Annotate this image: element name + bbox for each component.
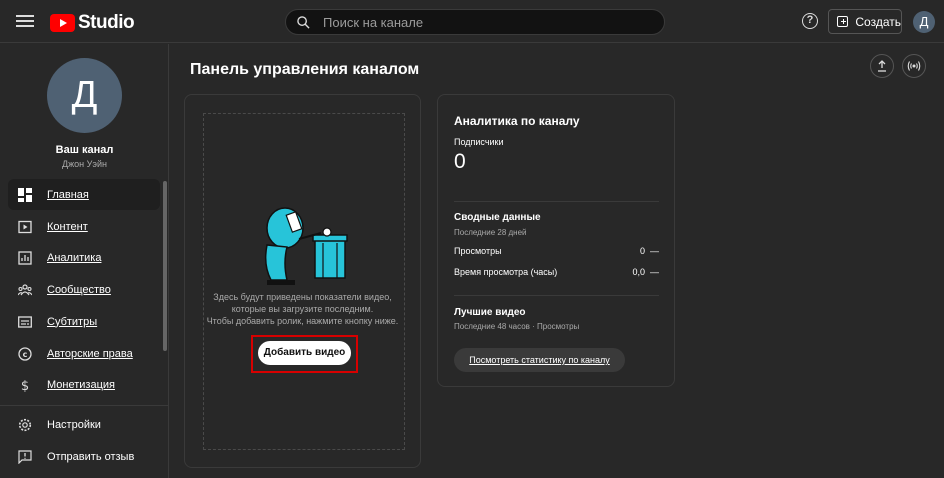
top-videos-title: Лучшие видео	[454, 307, 526, 318]
metric-value: 0,0	[632, 267, 645, 277]
sidebar-divider	[0, 405, 169, 406]
sidebar-scrollbar[interactable]	[163, 181, 167, 351]
youtube-play-icon	[50, 14, 75, 32]
sidebar-item-label: Главная	[47, 188, 89, 201]
sidebar: Д Ваш канал Джон Уэйн Главная Контент Ан…	[0, 44, 169, 478]
sidebar-item-label: Отправить отзыв	[47, 450, 135, 463]
subscribers-count: 0	[454, 150, 466, 173]
channel-analytics-card: Аналитика по каналу Подписчики 0 Сводные…	[437, 94, 675, 387]
sidebar-item-label: Монетизация	[47, 378, 115, 391]
sidebar-item-content[interactable]: Контент	[8, 211, 160, 242]
sidebar-item-label: Аналитика	[47, 251, 102, 264]
search-icon	[297, 15, 310, 29]
analytics-divider	[454, 295, 659, 296]
empty-state-text: Здесь будут приведены показатели видео, …	[185, 291, 420, 327]
sidebar-item-copyright[interactable]: c Авторские права	[8, 338, 160, 369]
dashboard-icon	[18, 187, 32, 202]
create-button[interactable]: Создать	[828, 9, 902, 34]
sidebar-item-label: Настройки	[47, 418, 101, 431]
go-live-button[interactable]	[902, 54, 926, 78]
sidebar-item-dashboard[interactable]: Главная	[8, 179, 160, 210]
hamburger-menu-icon[interactable]	[16, 12, 34, 30]
view-channel-stats-button[interactable]: Посмотреть статистику по каналу	[454, 348, 625, 372]
empty-state-line: которые вы загрузите последним.	[231, 304, 374, 314]
summary-title: Сводные данные	[454, 212, 541, 223]
metric-row-watch-time: Время просмотра (часы) 0,0 —	[454, 267, 659, 277]
metric-label: Просмотры	[454, 246, 502, 256]
metric-label: Время просмотра (часы)	[454, 267, 558, 277]
metric-trend: —	[650, 267, 659, 277]
studio-logo[interactable]: Studio	[50, 12, 135, 34]
create-label: Создать	[855, 14, 901, 29]
svg-text:c: c	[23, 350, 28, 359]
empty-state-line: Здесь будут приведены показатели видео,	[213, 292, 392, 302]
settings-icon	[18, 418, 32, 431]
channel-name: Ваш канал	[55, 144, 114, 156]
monetization-icon: $	[21, 379, 29, 392]
help-icon[interactable]: ?	[802, 13, 818, 29]
add-video-button[interactable]: Добавить видео	[258, 341, 351, 365]
subscribers-label: Подписчики	[454, 137, 504, 147]
community-icon	[18, 283, 32, 295]
channel-owner: Джон Уэйн	[62, 159, 107, 169]
metric-trend: —	[650, 246, 659, 256]
analytics-title: Аналитика по каналу	[454, 114, 580, 128]
metric-row-views: Просмотры 0 —	[454, 246, 659, 256]
channel-avatar[interactable]: Д	[47, 58, 122, 133]
account-avatar[interactable]: Д	[913, 11, 935, 33]
analytics-icon	[18, 250, 32, 265]
sidebar-item-label: Контент	[47, 220, 88, 233]
analytics-divider	[454, 201, 659, 202]
upload-icon	[878, 60, 886, 72]
video-upload-card: Здесь будут приведены показатели видео, …	[184, 94, 421, 468]
sidebar-item-feedback[interactable]: Отправить отзыв	[8, 441, 160, 472]
sidebar-item-subtitles[interactable]: Субтитры	[8, 306, 160, 337]
live-broadcast-icon	[907, 61, 921, 71]
copyright-icon: c	[18, 346, 32, 361]
create-video-icon	[837, 16, 849, 27]
sidebar-item-settings[interactable]: Настройки	[8, 409, 160, 440]
sidebar-item-label: Субтитры	[47, 315, 98, 328]
sidebar-item-monetization[interactable]: $ Монетизация	[8, 369, 160, 400]
search-input[interactable]	[323, 14, 664, 30]
search-bar[interactable]	[285, 9, 665, 35]
top-header: Studio ? Создать Д	[0, 0, 944, 43]
upload-button[interactable]	[870, 54, 894, 78]
svg-text:$: $	[21, 379, 29, 392]
sidebar-item-label: Сообщество	[47, 283, 111, 296]
empty-state-line: Чтобы добавить ролик, нажмите кнопку ниж…	[206, 316, 399, 326]
upload-illustration	[264, 207, 348, 285]
content-icon	[18, 220, 32, 233]
feedback-icon	[18, 449, 32, 464]
sidebar-item-label: Авторские права	[47, 347, 133, 360]
logo-text: Studio	[78, 12, 135, 33]
sidebar-item-community[interactable]: Сообщество	[8, 274, 160, 305]
sidebar-item-analytics[interactable]: Аналитика	[8, 242, 160, 273]
top-videos-period: Последние 48 часов · Просмотры	[454, 322, 580, 331]
metric-value: 0	[639, 246, 645, 256]
summary-period: Последние 28 дней	[454, 228, 527, 237]
subtitles-icon	[18, 315, 32, 328]
page-title: Панель управления каналом	[190, 61, 420, 78]
